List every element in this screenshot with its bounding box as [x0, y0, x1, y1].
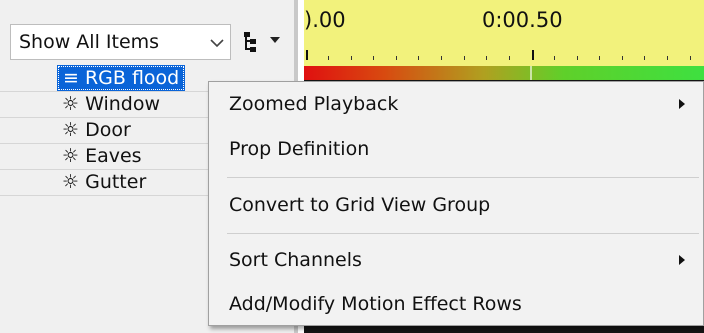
channel-name: Window [85, 93, 161, 115]
channel-name: Door [85, 119, 131, 141]
ruler-minor-tick [373, 56, 374, 60]
ruler-minor-tick [441, 56, 442, 60]
ruler-minor-tick [690, 56, 691, 60]
ruler-minor-tick [577, 56, 578, 60]
ruler-minor-tick [667, 56, 668, 60]
ruler-minor-tick [418, 56, 419, 60]
menu-item-prop-definition[interactable]: Prop Definition [209, 132, 703, 166]
sun-icon: ☼ [62, 145, 80, 167]
menu-item-zoomed-playback[interactable]: Zoomed Playback [209, 87, 703, 121]
ruler-major-tick [306, 50, 308, 60]
time-label-half-second: 0:00.50 [482, 8, 563, 32]
menu-item-label: Add/Modify Motion Effect Rows [229, 293, 522, 315]
channel-name: Eaves [85, 145, 142, 167]
ruler-minor-tick [509, 56, 510, 60]
ruler-minor-tick [396, 56, 397, 60]
channel-label: ☼ Door [62, 119, 131, 141]
menu-item-convert-grid-view-group[interactable]: Convert to Grid View Group [209, 188, 703, 222]
channel-name: Gutter [85, 171, 147, 193]
sun-icon: ☼ [62, 171, 80, 193]
channel-label: ≡ RGB flood [56, 65, 186, 91]
menu-item-add-modify-motion-effect-rows[interactable]: Add/Modify Motion Effect Rows [209, 287, 703, 321]
channel-name: RGB flood [84, 67, 180, 89]
menu-item-label: Sort Channels [229, 249, 362, 271]
ruler-minor-tick [622, 56, 623, 60]
tree-view-button[interactable] [236, 24, 288, 60]
ruler-minor-tick [554, 56, 555, 60]
context-menu: Zoomed Playback Prop Definition Convert … [208, 81, 704, 326]
ruler-minor-tick [644, 56, 645, 60]
show-items-value: Show All Items [19, 31, 160, 53]
menu-item-sort-channels[interactable]: Sort Channels [209, 243, 703, 277]
channel-label: ☼ Gutter [62, 171, 146, 193]
ruler-minor-tick [328, 56, 329, 60]
menu-item-label: Convert to Grid View Group [229, 194, 491, 216]
sun-icon: ☼ [62, 93, 80, 115]
intensity-gradient-bar [304, 66, 704, 80]
list-icon: ≡ [63, 67, 79, 89]
submenu-arrow-icon [679, 255, 685, 265]
timeline-ruler[interactable]: ).00 0:00.50 [304, 0, 704, 68]
time-label-start: ).00 [304, 8, 346, 32]
show-items-dropdown[interactable]: Show All Items [10, 24, 231, 60]
chevron-down-icon[interactable] [204, 32, 230, 53]
menu-item-label: Prop Definition [229, 138, 370, 160]
time-marker [530, 66, 532, 80]
ruler-minor-tick [486, 56, 487, 60]
dropdown-arrow-icon [270, 37, 280, 43]
tree-structure-icon [244, 32, 256, 52]
menu-item-label: Zoomed Playback [229, 93, 399, 115]
ruler-ticks [304, 44, 704, 64]
ruler-minor-tick [464, 56, 465, 60]
menu-separator [227, 233, 699, 234]
submenu-arrow-icon [679, 99, 685, 109]
ruler-minor-tick [351, 56, 352, 60]
ruler-major-tick [532, 50, 534, 60]
sun-icon: ☼ [62, 119, 80, 141]
menu-separator [227, 177, 699, 178]
channel-label: ☼ Eaves [62, 145, 142, 167]
ruler-minor-tick [599, 56, 600, 60]
channel-label: ☼ Window [62, 93, 160, 115]
